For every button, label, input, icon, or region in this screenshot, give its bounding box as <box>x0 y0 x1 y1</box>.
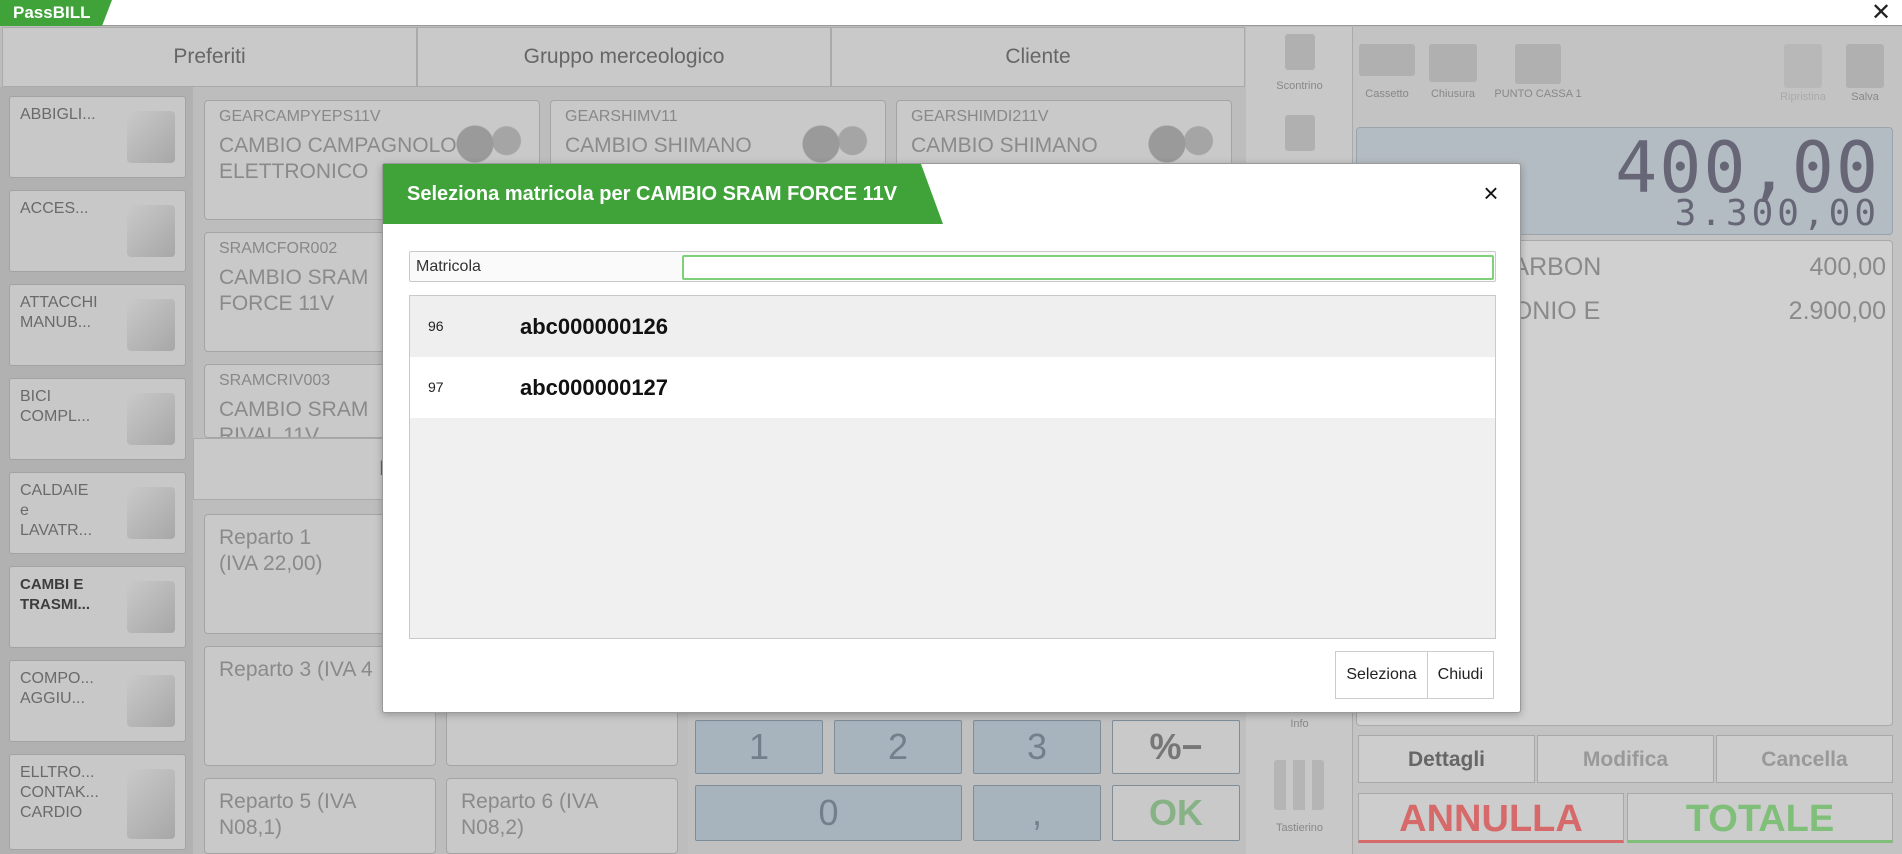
ripristina-button[interactable]: Ripristina <box>1768 44 1838 103</box>
seleziona-button[interactable]: Seleziona <box>1336 652 1427 698</box>
gears-icon <box>127 581 175 633</box>
punto-cassa-label: PUNTO CASSA 1 <box>1494 88 1582 100</box>
scontrino-button[interactable]: Scontrino <box>1262 34 1337 92</box>
key-0[interactable]: 0 <box>695 785 962 841</box>
chiudi-button[interactable]: Chiudi <box>1426 652 1493 698</box>
chiusura-button[interactable]: Chiusura <box>1424 44 1482 100</box>
key-2[interactable]: 2 <box>834 720 962 774</box>
key-comma[interactable]: , <box>973 785 1101 841</box>
modifica-button[interactable]: Modifica <box>1537 735 1714 783</box>
receipt-line-amount: 2.900,00 <box>1788 297 1886 325</box>
category-attacchi-manubrio[interactable]: ATTACCHI MANUB... <box>9 284 186 366</box>
tab-cliente[interactable]: Cliente <box>831 27 1245 87</box>
category-accessori[interactable]: ACCES... <box>9 190 186 272</box>
dialog-title: Seleziona matricola per CAMBIO SRAM FORC… <box>383 164 943 224</box>
reparto-button[interactable]: Reparto 5 (IVA N08,1) <box>204 778 436 854</box>
title-bar <box>0 0 1902 26</box>
category-label: ACCES... <box>20 200 89 217</box>
key-percent-minus[interactable]: %− <box>1112 720 1240 774</box>
key-ok[interactable]: OK <box>1112 785 1240 841</box>
clothing-icon <box>127 111 175 163</box>
category-bici-complete[interactable]: BICI COMPL... <box>9 378 186 460</box>
category-cambi-trasmissioni[interactable]: CAMBI E TRASMI... <box>9 566 186 648</box>
handlebar-icon <box>127 299 175 351</box>
category-label: COMPO... AGGIU... <box>20 670 94 707</box>
salva-label: Salva <box>1851 91 1879 103</box>
tab-preferiti[interactable]: Preferiti <box>2 27 417 87</box>
category-elettronica[interactable]: ELLTRO... CONTAK... CARDIO <box>9 754 186 850</box>
receipt-line-amount: 400,00 <box>1809 253 1886 281</box>
reparto-label: Reparto 6 (IVA N08,2) <box>461 790 598 839</box>
receipt-secondary-button[interactable] <box>1262 115 1337 151</box>
serial-row-number: 97 <box>428 379 444 395</box>
save-icon <box>1846 44 1884 88</box>
reparto-button[interactable]: Reparto 6 (IVA N08,2) <box>446 778 678 854</box>
list-item[interactable]: 97 abc000000127 <box>410 357 1495 418</box>
window-close-button[interactable]: ✕ <box>1868 0 1894 26</box>
annulla-button[interactable]: ANNULLA <box>1358 793 1624 843</box>
select-serial-dialog: Seleziona matricola per CAMBIO SRAM FORC… <box>382 163 1521 713</box>
cassetto-label: Cassetto <box>1365 88 1409 100</box>
reparto-label: Reparto 3 (IVA 4 <box>219 658 373 681</box>
bicycle-icon <box>127 393 175 445</box>
washer-icon <box>127 487 175 539</box>
serial-list: 96 abc000000126 97 abc000000127 <box>409 295 1496 639</box>
watch-icon <box>127 769 175 839</box>
info-label[interactable]: Info <box>1262 718 1337 730</box>
lock-icon <box>1429 44 1477 82</box>
receipt-icon <box>1284 34 1315 70</box>
matricola-input[interactable] <box>682 255 1494 280</box>
matricola-field: Matricola <box>409 251 1496 282</box>
product-name: CAMBIO SRAM FORCE 11V <box>219 266 369 315</box>
category-label: BICI COMPL... <box>20 388 91 425</box>
matricola-label: Matricola <box>416 258 481 275</box>
product-name: CAMBIO SRAM RIVAL 11V <box>219 398 369 438</box>
serial-value: abc000000126 <box>520 314 669 339</box>
tastierino-label: Tastierino <box>1275 822 1324 834</box>
serial-row-number: 96 <box>428 318 444 334</box>
chiusura-label: Chiusura <box>1430 88 1476 100</box>
category-label: CALDAIE e LAVATR... <box>20 482 93 539</box>
reparto-label: Reparto 1 (IVA 22,00) <box>219 526 323 575</box>
salva-button[interactable]: Salva <box>1840 44 1890 103</box>
cassetto-button[interactable]: Cassetto <box>1352 44 1422 100</box>
category-label: ABBIGLI... <box>20 106 96 123</box>
tab-gruppo-merceologico[interactable]: Gruppo merceologico <box>417 27 831 87</box>
category-label: ATTACCHI MANUB... <box>20 294 98 331</box>
dettagli-button[interactable]: Dettagli <box>1358 735 1535 783</box>
reparto-label: Reparto 5 (IVA N08,1) <box>219 790 356 839</box>
category-caldaie[interactable]: CALDAIE e LAVATR... <box>9 472 186 554</box>
scontrino-label: Scontrino <box>1276 80 1323 92</box>
category-abbigliamento[interactable]: ABBIGLI... <box>9 96 186 178</box>
category-label: CAMBI E TRASMI... <box>20 576 90 613</box>
punto-cassa-button[interactable]: PUNTO CASSA 1 <box>1488 44 1588 100</box>
keypad-icon <box>1274 760 1324 810</box>
totale-button[interactable]: TOTALE <box>1627 793 1893 843</box>
cancella-button[interactable]: Cancella <box>1716 735 1893 783</box>
accessories-icon <box>127 205 175 257</box>
component-icon <box>127 675 175 727</box>
drawer-icon <box>1359 44 1415 76</box>
register-icon <box>1515 44 1561 84</box>
display-sub-amount: 3.300,00 <box>1674 193 1880 234</box>
restore-icon <box>1784 44 1822 88</box>
app-title: PassBILL <box>0 0 112 26</box>
category-label: ELLTRO... CONTAK... CARDIO <box>20 764 99 821</box>
receipt-icon <box>1284 115 1315 151</box>
category-componenti[interactable]: COMPO... AGGIU... <box>9 660 186 742</box>
key-3[interactable]: 3 <box>973 720 1101 774</box>
ripristina-label: Ripristina <box>1780 91 1826 103</box>
list-item[interactable]: 96 abc000000126 <box>410 296 1495 357</box>
dialog-buttons: Seleziona Chiudi <box>1335 651 1494 699</box>
serial-value: abc000000127 <box>520 375 669 400</box>
dialog-close-icon[interactable]: × <box>1476 178 1506 208</box>
tastierino-button[interactable]: Tastierino <box>1272 760 1326 834</box>
key-1[interactable]: 1 <box>695 720 823 774</box>
